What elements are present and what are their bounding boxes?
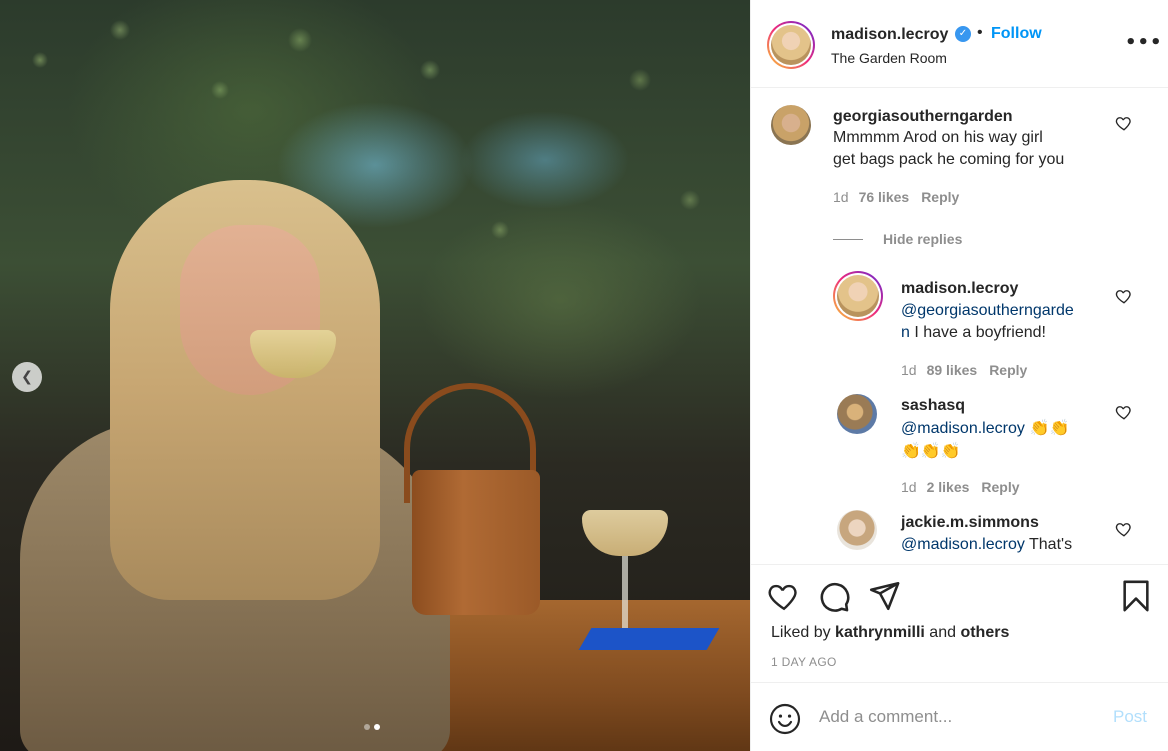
- reply-text-body: I have a boyfriend!: [909, 324, 1046, 341]
- reply-age: 1d: [901, 479, 917, 495]
- carousel-dots: [364, 724, 380, 730]
- cocktail-glass-on-bar: [582, 510, 668, 556]
- liked-by-and: and: [924, 624, 961, 641]
- follow-button[interactable]: Follow: [991, 25, 1042, 43]
- post-comment-button[interactable]: Post: [1113, 707, 1147, 727]
- post-photo[interactable]: ❮: [0, 0, 750, 751]
- smiley-icon[interactable]: [769, 703, 801, 735]
- avatar[interactable]: [837, 394, 877, 434]
- paper-plane-icon[interactable]: [867, 579, 901, 613]
- more-options-icon[interactable]: •••: [1125, 32, 1163, 53]
- mention-link[interactable]: @georgiasoutherngarde: [901, 302, 1074, 319]
- reply-age: 1d: [901, 362, 917, 378]
- reply-button[interactable]: Reply: [981, 479, 1019, 495]
- carousel-dot: [364, 724, 370, 730]
- chevron-left-icon[interactable]: ❮: [12, 362, 42, 392]
- comments-list[interactable]: georgiasoutherngarden Mmmmm Arod on his …: [751, 89, 1168, 564]
- post-actions: Liked by kathrynmilli and others 1 DAY A…: [751, 564, 1168, 682]
- avatar-image: [837, 275, 879, 317]
- liked-by-prefix: Liked by: [771, 624, 836, 641]
- bookmark-icon[interactable]: [1119, 579, 1153, 613]
- mention-link[interactable]: n: [901, 324, 910, 341]
- avatar-image: [771, 25, 811, 65]
- comment-text-line: get bags pack he coming for you: [833, 151, 1065, 168]
- reply-meta: 1d 2 likes Reply: [901, 479, 1020, 495]
- separator-dot: •: [977, 24, 983, 41]
- comment-username[interactable]: georgiasoutherngarden: [833, 108, 1013, 126]
- reply-text-body: That's: [1024, 536, 1073, 553]
- replies-divider: [833, 239, 863, 240]
- carousel-dot-active: [374, 724, 380, 730]
- heart-icon[interactable]: [1115, 287, 1133, 305]
- post-timestamp[interactable]: 1 DAY AGO: [771, 655, 837, 669]
- comment-likes[interactable]: 76 likes: [859, 189, 910, 205]
- reply-button[interactable]: Reply: [921, 189, 959, 205]
- comment-input[interactable]: [819, 705, 1099, 729]
- avatar[interactable]: [837, 510, 877, 550]
- avatar[interactable]: [833, 271, 883, 321]
- liked-by-user-link[interactable]: kathrynmilli: [835, 624, 925, 641]
- liked-by-others-link[interactable]: others: [960, 624, 1009, 641]
- heart-icon[interactable]: [1115, 114, 1133, 132]
- reply-username[interactable]: sashasq: [901, 397, 965, 415]
- post-username[interactable]: madison.lecroy: [831, 26, 948, 44]
- add-comment-bar: Post: [751, 682, 1168, 751]
- reply-username[interactable]: madison.lecroy: [901, 280, 1018, 298]
- post-header: madison.lecroy ✓ • Follow The Garden Roo…: [751, 0, 1168, 88]
- clapping-hands-emoji: 👏👏: [1024, 418, 1070, 437]
- blue-napkin: [578, 628, 720, 650]
- reply-username[interactable]: jackie.m.simmons: [901, 514, 1039, 532]
- heart-icon[interactable]: [767, 579, 801, 613]
- reply-meta: 1d 89 likes Reply: [901, 362, 1027, 378]
- clapping-hands-emoji: 👏👏👏: [901, 441, 961, 460]
- post-sidebar: madison.lecroy ✓ • Follow The Garden Roo…: [750, 0, 1168, 751]
- reply-button[interactable]: Reply: [989, 362, 1027, 378]
- avatar[interactable]: [767, 21, 815, 69]
- reply-text: @madison.lecroy 👏👏 👏👏👏: [901, 417, 1070, 463]
- reply-likes[interactable]: 2 likes: [927, 479, 970, 495]
- reply-text: @madison.lecroy That's: [901, 534, 1072, 556]
- heart-icon[interactable]: [1115, 403, 1133, 421]
- liked-by-text: Liked by kathrynmilli and others: [771, 624, 1009, 642]
- reply-likes[interactable]: 89 likes: [927, 362, 978, 378]
- comment-text: Mmmmm Arod on his way girl get bags pack…: [833, 127, 1064, 171]
- heart-icon[interactable]: [1115, 520, 1133, 538]
- comment-bubble-icon[interactable]: [817, 579, 851, 613]
- reply-text: @georgiasoutherngarde n I have a boyfrie…: [901, 300, 1074, 344]
- mention-link[interactable]: @madison.lecroy: [901, 536, 1025, 553]
- leather-bucket-bag: [412, 470, 540, 615]
- comment-text-line: Mmmmm Arod on his way girl: [833, 129, 1043, 146]
- comment-age: 1d: [833, 189, 849, 205]
- mention-link[interactable]: @madison.lecroy: [901, 420, 1025, 437]
- comment-meta: 1d 76 likes Reply: [833, 189, 959, 205]
- verified-badge-icon: ✓: [955, 26, 971, 42]
- glass-stem: [622, 556, 628, 634]
- post-location[interactable]: The Garden Room: [831, 50, 947, 66]
- avatar[interactable]: [771, 105, 811, 145]
- hide-replies-button[interactable]: Hide replies: [883, 231, 962, 247]
